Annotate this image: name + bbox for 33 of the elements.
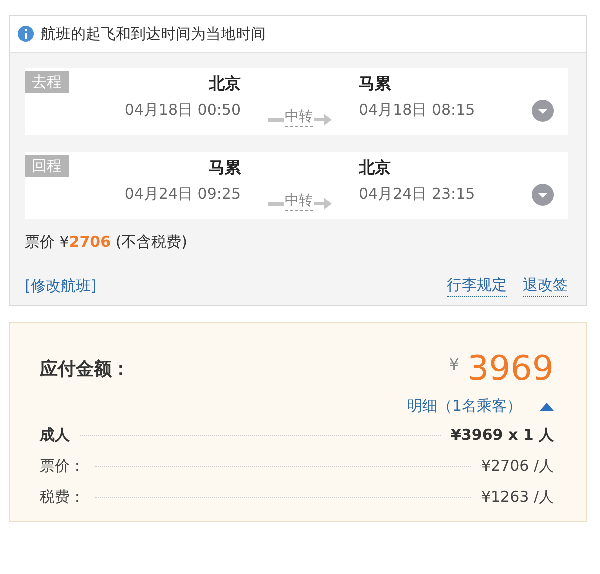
city-name: 马累 bbox=[209, 158, 241, 179]
expand-icon[interactable] bbox=[532, 100, 554, 122]
arrow-icon bbox=[314, 114, 332, 126]
breakdown-label: 票价： bbox=[40, 457, 85, 476]
breakdown-value: ¥3969 x 1 人 bbox=[451, 426, 554, 445]
baggage-rules-link[interactable]: 行李规定 bbox=[447, 274, 507, 297]
city-name: 北京 bbox=[359, 158, 392, 179]
trip-tag: 回程 bbox=[25, 155, 69, 177]
arrow-icon bbox=[314, 198, 332, 210]
fare-text: 票价 ¥2706 (不含税费) bbox=[25, 233, 189, 252]
currency-symbol: ¥ bbox=[449, 355, 460, 374]
breakdown-label: 税费： bbox=[40, 488, 85, 507]
refund-change-link[interactable]: 退改签 bbox=[523, 274, 568, 297]
notice-text: 航班的起飞和到达时间为当地时间 bbox=[41, 24, 266, 44]
city-name: 马累 bbox=[359, 74, 392, 95]
transfer-label[interactable]: 中转 bbox=[285, 108, 313, 127]
arrival-time: 04月18日 08:15 bbox=[359, 101, 476, 120]
breakdown-value: ¥1263 /人 bbox=[481, 488, 554, 507]
arrival-time: 04月24日 23:15 bbox=[359, 185, 476, 204]
city-name: 北京 bbox=[209, 74, 241, 95]
caret-icon bbox=[540, 402, 554, 410]
breakdown-label: 成人 bbox=[40, 426, 70, 445]
expand-icon[interactable] bbox=[532, 184, 554, 206]
trip-tag: 去程 bbox=[25, 71, 69, 93]
detail-toggle[interactable]: 明细（1名乘客） bbox=[407, 397, 554, 416]
info-icon bbox=[18, 26, 34, 42]
transfer-label[interactable]: 中转 bbox=[285, 192, 313, 211]
modify-flight-link[interactable]: [修改航班] bbox=[25, 274, 97, 296]
breakdown-value: ¥2706 /人 bbox=[481, 457, 554, 476]
total-label: 应付金额： bbox=[40, 358, 130, 381]
total-amount: 3969 bbox=[467, 349, 554, 389]
departure-time: 04月18日 00:50 bbox=[124, 101, 241, 120]
departure-time: 04月24日 09:25 bbox=[124, 185, 241, 204]
